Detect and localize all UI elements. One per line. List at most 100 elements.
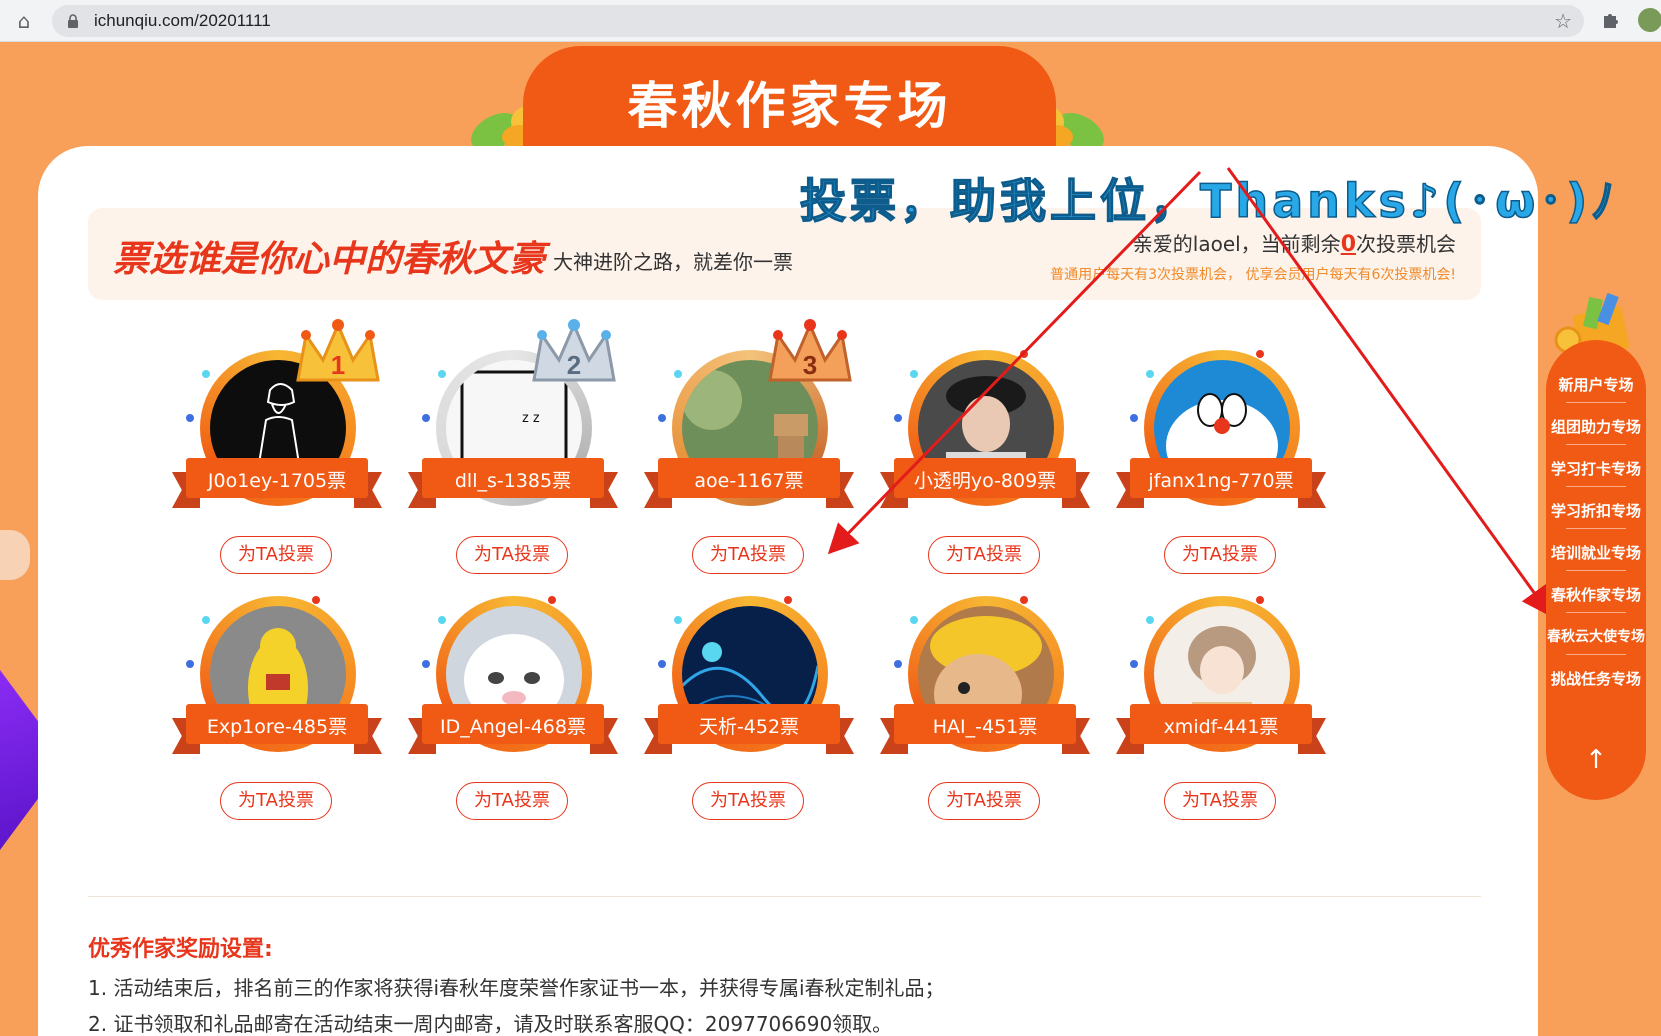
decor-dot: [1256, 350, 1264, 358]
silver-crown-2-icon: 2: [532, 319, 616, 382]
author-card: Exp1ore-485票 为TA投票: [172, 596, 382, 826]
bronze-crown-3-icon: 3: [768, 319, 852, 382]
decor-dot: [186, 414, 194, 422]
vote-for-author-button[interactable]: 为TA投票: [456, 536, 568, 574]
section-divider: [88, 896, 1481, 897]
svg-text:3: 3: [803, 350, 817, 380]
vote-for-author-button[interactable]: 为TA投票: [220, 782, 332, 820]
vote-for-author-button[interactable]: 为TA投票: [1164, 536, 1276, 574]
author-ribbon: jfanx1ng-770票: [1116, 458, 1326, 508]
side-nav-separator: [1566, 402, 1626, 403]
side-nav-separator: [1566, 612, 1626, 613]
decor-dot: [674, 370, 682, 378]
author-vote-label: 小透明yo-809票: [913, 470, 1057, 492]
vote-for-author-button[interactable]: 为TA投票: [1164, 782, 1276, 820]
side-nav-separator: [1566, 528, 1626, 529]
annotation-text: 投票，助我上位，Thanks♪(･ω･)ﾉ: [799, 173, 1619, 229]
lock-icon: [68, 14, 78, 28]
side-nav-item[interactable]: 组团助力专场: [1546, 416, 1646, 437]
side-nav-item[interactable]: 学习折扣专场: [1546, 500, 1646, 521]
decor-dot: [1130, 660, 1138, 668]
side-navigation: 新用户专场 组团助力专场 学习打卡专场 学习折扣专场 培训就业专场 春秋作家专场…: [1538, 280, 1650, 800]
side-nav-item[interactable]: 挑战任务专场: [1546, 668, 1646, 689]
vote-for-author-button[interactable]: 为TA投票: [692, 536, 804, 574]
author-vote-label: 天析-452票: [698, 716, 800, 738]
author-ribbon: dll_s-1385票: [408, 458, 618, 508]
author-card: z z 2 dll_s-1385票 为TA投票: [408, 319, 618, 580]
ribbon-body: J0o1ey-1705票: [186, 458, 368, 498]
bookmark-star-icon[interactable]: ☆: [1554, 9, 1572, 33]
author-card: HAI_-451票 为TA投票: [880, 596, 1090, 826]
vote-for-author-button[interactable]: 为TA投票: [928, 536, 1040, 574]
ribbon-body: ID_Angel-468票: [422, 704, 604, 744]
decor-dot: [894, 660, 902, 668]
author-ribbon: HAI_-451票: [880, 704, 1090, 754]
side-nav-item[interactable]: 培训就业专场: [1546, 542, 1646, 563]
ribbon-body: Exp1ore-485票: [186, 704, 368, 744]
author-ribbon: J0o1ey-1705票: [172, 458, 382, 508]
remaining-votes: 亲爱的laoel，当前剩余0次投票机会: [1133, 228, 1456, 257]
decor-dot: [1130, 414, 1138, 422]
author-ribbon: 天析-452票: [644, 704, 854, 754]
author-card: xmidf-441票 为TA投票: [1116, 596, 1326, 826]
ribbon-body: jfanx1ng-770票: [1130, 458, 1312, 498]
svg-text:z z: z z: [522, 409, 540, 425]
side-nav-separator: [1566, 486, 1626, 487]
decor-dot: [910, 370, 918, 378]
decor-dot: [1020, 596, 1028, 604]
vote-for-author-button[interactable]: 为TA投票: [456, 782, 568, 820]
decor-dot: [422, 660, 430, 668]
side-nav-item-active[interactable]: 春秋作家专场: [1546, 584, 1646, 605]
decor-dot: [674, 616, 682, 624]
address-bar[interactable]: ichunqiu.com/20201111 ☆: [52, 5, 1584, 37]
author-card: 1 J0o1ey-1705票 为TA投票: [172, 319, 382, 580]
vote-for-author-button[interactable]: 为TA投票: [692, 782, 804, 820]
author-card: 天析-452票 为TA投票: [644, 596, 854, 826]
ribbon-body: dll_s-1385票: [422, 458, 604, 498]
ribbon-body: 天析-452票: [658, 704, 840, 744]
side-nav-item[interactable]: 新用户专场: [1546, 374, 1646, 395]
side-nav-item[interactable]: 春秋云大使专场: [1546, 626, 1646, 646]
author-vote-label: xmidf-441票: [1163, 716, 1279, 738]
decor-dot: [312, 596, 320, 604]
author-card: jfanx1ng-770票 为TA投票: [1116, 350, 1326, 580]
left-hand-decoration: [0, 530, 30, 580]
main-card: 票选谁是你心中的春秋文豪 大神进阶之路，就差你一票 亲爱的laoel，当前剩余0…: [38, 146, 1538, 1036]
author-ribbon: ID_Angel-468票: [408, 704, 618, 754]
arrow-up-icon[interactable]: ↑: [1546, 745, 1646, 775]
ribbon-body: xmidf-441票: [1130, 704, 1312, 744]
reward-section-title: 优秀作家奖励设置:: [88, 937, 273, 962]
decor-dot: [202, 616, 210, 624]
side-nav-separator: [1566, 654, 1626, 655]
author-vote-label: HAI_-451票: [932, 716, 1038, 738]
author-card: ID_Angel-468票 为TA投票: [408, 596, 618, 826]
remaining-count: 0: [1340, 232, 1356, 257]
decor-dot: [658, 660, 666, 668]
remaining-prefix: 亲爱的laoel，当前剩余: [1132, 232, 1341, 256]
svg-text:1: 1: [331, 350, 345, 380]
decor-dot: [910, 616, 918, 624]
author-vote-label: J0o1ey-1705票: [207, 470, 347, 492]
decor-dot: [784, 596, 792, 604]
ribbon-body: aoe-1167票: [658, 458, 840, 498]
vote-for-author-button[interactable]: 为TA投票: [928, 782, 1040, 820]
decor-dot: [1146, 616, 1154, 624]
author-vote-label: jfanx1ng-770票: [1148, 470, 1294, 492]
decor-dot: [1020, 350, 1028, 358]
side-nav-item[interactable]: 学习打卡专场: [1546, 458, 1646, 479]
profile-avatar-icon[interactable]: [1638, 8, 1661, 32]
ribbon-body: HAI_-451票: [894, 704, 1076, 744]
decor-dot: [422, 414, 430, 422]
home-icon[interactable]: ⌂: [12, 9, 36, 33]
decor-dot: [202, 370, 210, 378]
decor-dot: [1146, 370, 1154, 378]
decor-dot: [1256, 596, 1264, 604]
extensions-puzzle-icon[interactable]: [1600, 10, 1620, 30]
vote-for-author-button[interactable]: 为TA投票: [220, 536, 332, 574]
author-vote-label: dll_s-1385票: [454, 470, 572, 492]
side-nav-panel: 新用户专场 组团助力专场 学习打卡专场 学习折扣专场 培训就业专场 春秋作家专场…: [1546, 340, 1646, 800]
svg-text:2: 2: [567, 350, 581, 380]
author-ribbon: aoe-1167票: [644, 458, 854, 508]
author-vote-label: aoe-1167票: [694, 470, 804, 492]
author-ribbon: Exp1ore-485票: [172, 704, 382, 754]
